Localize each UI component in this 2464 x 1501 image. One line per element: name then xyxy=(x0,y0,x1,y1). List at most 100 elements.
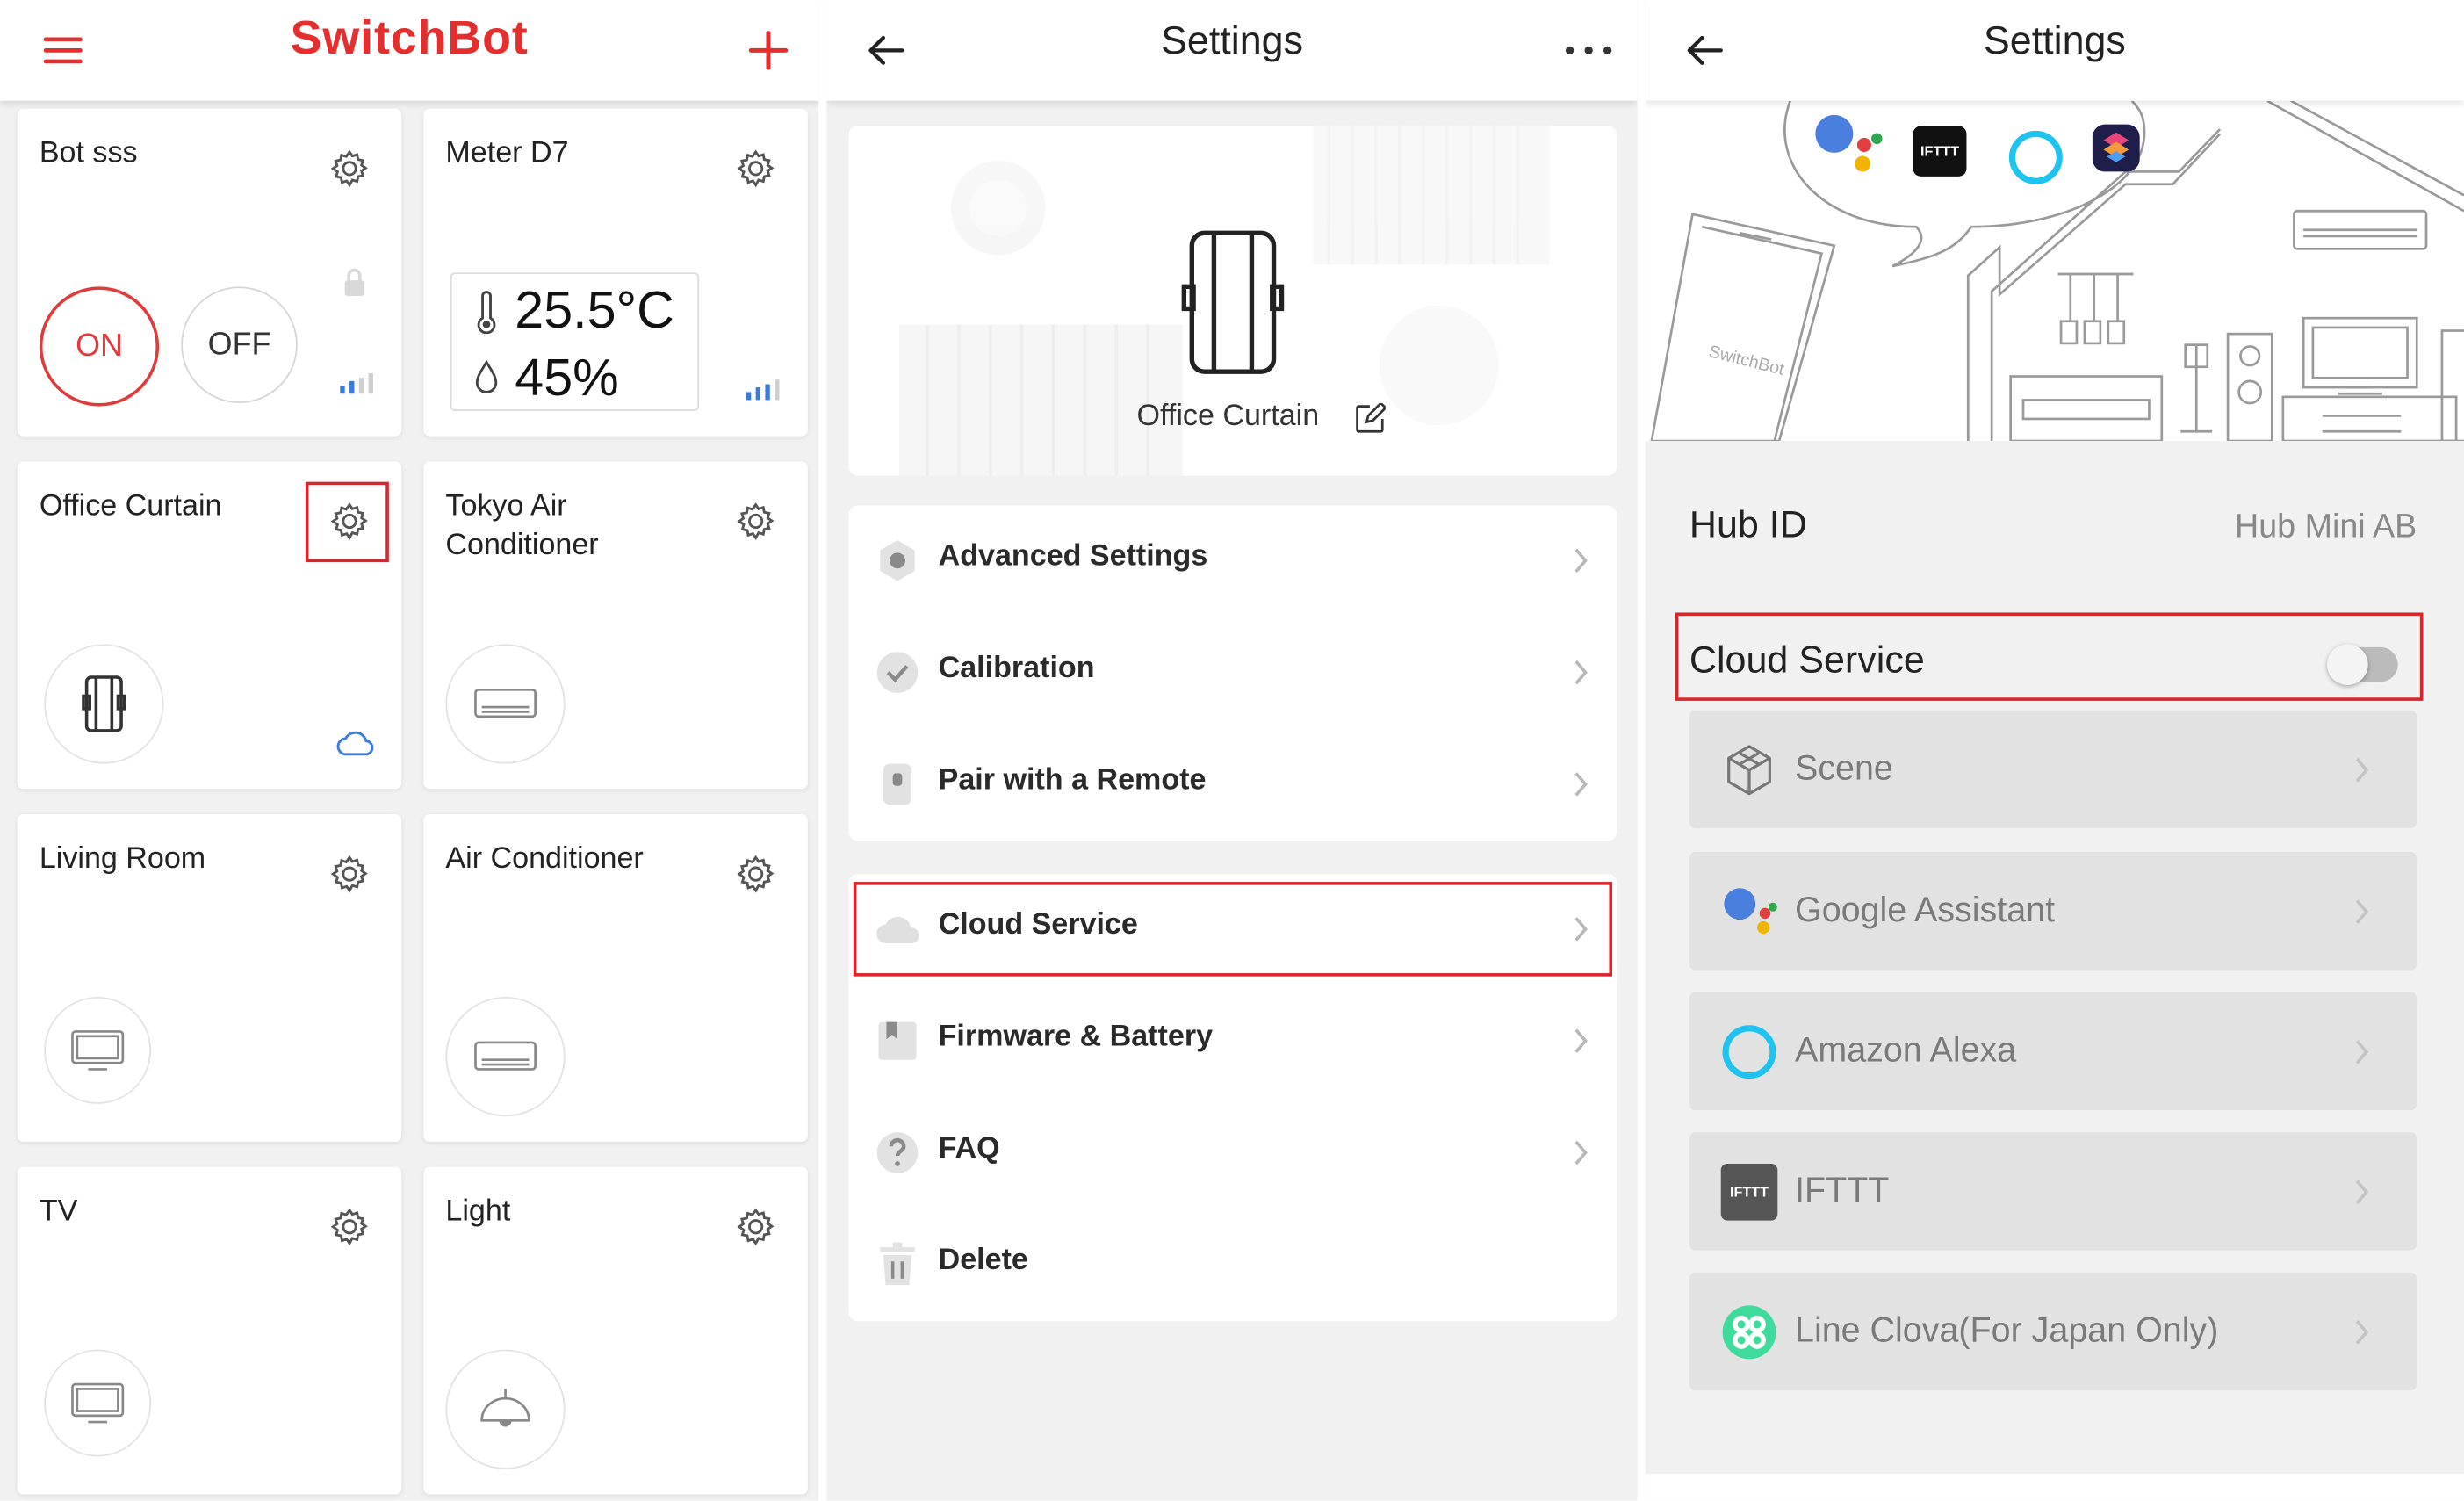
device-name: Office Curtain xyxy=(39,489,222,523)
gear-icon[interactable] xyxy=(329,148,371,190)
alexa-icon xyxy=(2008,130,2063,184)
chevron-right-icon xyxy=(2355,758,2369,783)
row-label: Pair with a Remote xyxy=(938,763,1207,797)
row-advanced-settings[interactable]: Advanced Settings xyxy=(848,506,1617,617)
device-name-label: Office Curtain xyxy=(1136,400,1320,434)
panel-divider xyxy=(818,0,827,1501)
hub-settings-panel: Settings SwitchBot IFTTT Hub ID Hub Mini… xyxy=(1645,0,2464,1501)
page-title: Settings xyxy=(1161,18,1304,63)
row-calibration[interactable]: Calibration xyxy=(848,617,1617,729)
tv-icon xyxy=(44,1349,152,1457)
alexa-icon xyxy=(1722,1025,1776,1079)
row-label: Firmware & Battery xyxy=(938,1020,1214,1054)
temperature-value: 25.5°C xyxy=(515,280,674,339)
service-line-clova[interactable]: Line Clova(For Japan Only) xyxy=(1689,1272,2417,1391)
edit-icon[interactable] xyxy=(1354,403,1386,435)
service-label: Google Assistant xyxy=(1795,890,2056,929)
service-label: Line Clova(For Japan Only) xyxy=(1795,1310,2219,1350)
curtain-settings-panel: Settings Office Curtain Advanced Setting… xyxy=(826,0,1638,1501)
device-card-living-room[interactable]: Living Room xyxy=(17,813,402,1142)
humidity-drop-icon xyxy=(475,359,498,393)
device-card-light[interactable]: Light xyxy=(423,1166,808,1495)
page-title: Settings xyxy=(1983,18,2126,63)
service-google-assistant[interactable]: Google Assistant xyxy=(1689,852,2417,971)
shortcuts-icon xyxy=(2092,124,2140,172)
device-name: Tokyo Air Conditioner xyxy=(445,489,599,563)
clova-icon xyxy=(1722,1305,1776,1360)
gear-icon[interactable] xyxy=(329,854,371,895)
on-button[interactable]: ON xyxy=(39,286,160,407)
cube-icon xyxy=(1727,745,1771,796)
device-card-air-conditioner[interactable]: Air Conditioner xyxy=(423,813,808,1142)
chevron-right-icon xyxy=(1574,1140,1588,1165)
device-name: TV xyxy=(39,1194,78,1229)
ifttt-logo: IFTTT xyxy=(1913,126,1967,177)
question-icon xyxy=(876,1132,919,1173)
device-list-panel: SwitchBot Bot sss ON OFF Meter D7 25.5°C… xyxy=(0,0,819,1501)
lock-icon xyxy=(344,268,364,297)
chevron-right-icon xyxy=(2355,1180,2369,1205)
gear-icon[interactable] xyxy=(735,148,776,190)
settings-header: Settings xyxy=(1645,0,2464,101)
hub-id-value: Hub Mini AB xyxy=(2235,509,2417,545)
air-conditioner-icon xyxy=(445,996,566,1117)
gear-icon[interactable] xyxy=(735,501,776,542)
device-card-office-curtain[interactable]: Office Curtain xyxy=(17,461,402,790)
ceiling-light-icon xyxy=(445,1349,566,1469)
more-options-icon[interactable] xyxy=(1557,19,1620,83)
service-amazon-alexa[interactable]: Amazon Alexa xyxy=(1689,992,2417,1111)
device-card-tokyo-air-conditioner[interactable]: Tokyo Air Conditioner xyxy=(423,461,808,790)
signal-strength-icon xyxy=(340,372,373,394)
bottom-strip xyxy=(1645,1474,2464,1501)
service-label: IFTTT xyxy=(1795,1170,1890,1210)
row-delete[interactable]: Delete xyxy=(848,1209,1617,1321)
row-label: FAQ xyxy=(938,1132,1000,1165)
gear-icon[interactable] xyxy=(329,1206,371,1247)
phone-brand-text: SwitchBot xyxy=(1707,342,1787,379)
device-name: Light xyxy=(445,1194,511,1229)
device-card-tv[interactable]: TV xyxy=(17,1166,402,1495)
panel-divider xyxy=(1637,0,1646,1501)
gear-icon[interactable] xyxy=(735,1206,776,1247)
device-card-bot[interactable]: Bot sss ON OFF xyxy=(17,108,402,437)
row-pair-with-remote[interactable]: Pair with a Remote xyxy=(848,729,1617,841)
google-assistant-icon xyxy=(1724,888,1777,935)
trash-icon xyxy=(880,1242,915,1286)
check-icon xyxy=(876,652,919,693)
cloud-service-highlight-box xyxy=(1675,612,2424,701)
device-name: Meter D7 xyxy=(445,136,569,170)
device-hero-card: Office Curtain xyxy=(848,126,1617,476)
service-label: Scene xyxy=(1795,747,1893,788)
row-faq[interactable]: FAQ xyxy=(848,1098,1617,1209)
service-scene[interactable]: Scene xyxy=(1689,710,2417,829)
remote-icon xyxy=(883,763,912,805)
hub-id-label: Hub ID xyxy=(1689,503,1807,547)
off-button[interactable]: OFF xyxy=(181,286,298,404)
tv-icon xyxy=(44,996,152,1104)
add-device-icon[interactable] xyxy=(737,19,800,83)
curtain-device-icon xyxy=(44,644,164,764)
chevron-right-icon xyxy=(2355,1320,2369,1345)
gear-icon[interactable] xyxy=(735,854,776,895)
cloud-service-highlight-box xyxy=(853,882,1613,977)
chevron-right-icon xyxy=(1574,1028,1588,1053)
chevron-right-icon xyxy=(1574,660,1588,685)
cloud-icon xyxy=(336,731,374,756)
device-name: Living Room xyxy=(39,842,206,876)
device-card-meter[interactable]: Meter D7 25.5°C 45% xyxy=(423,108,808,437)
signal-strength-icon xyxy=(746,379,780,401)
service-ifttt[interactable]: IFTTT IFTTT xyxy=(1689,1132,2417,1251)
home-header: SwitchBot xyxy=(0,0,819,101)
chevron-right-icon xyxy=(1574,772,1588,797)
gear-dot-icon xyxy=(880,539,915,581)
row-firmware-battery[interactable]: Firmware & Battery xyxy=(848,985,1617,1097)
smart-home-illustration: SwitchBot IFTTT xyxy=(1645,100,2464,442)
humidity-value: 45% xyxy=(515,348,619,407)
google-assistant-icon xyxy=(1815,114,1883,172)
row-label: Delete xyxy=(938,1244,1028,1278)
chevron-right-icon xyxy=(2355,1040,2369,1064)
curtain-robot-icon xyxy=(1181,230,1285,374)
service-label: Amazon Alexa xyxy=(1795,1029,2017,1070)
settings-header: Settings xyxy=(826,0,1638,101)
bookmark-icon xyxy=(878,1021,917,1060)
